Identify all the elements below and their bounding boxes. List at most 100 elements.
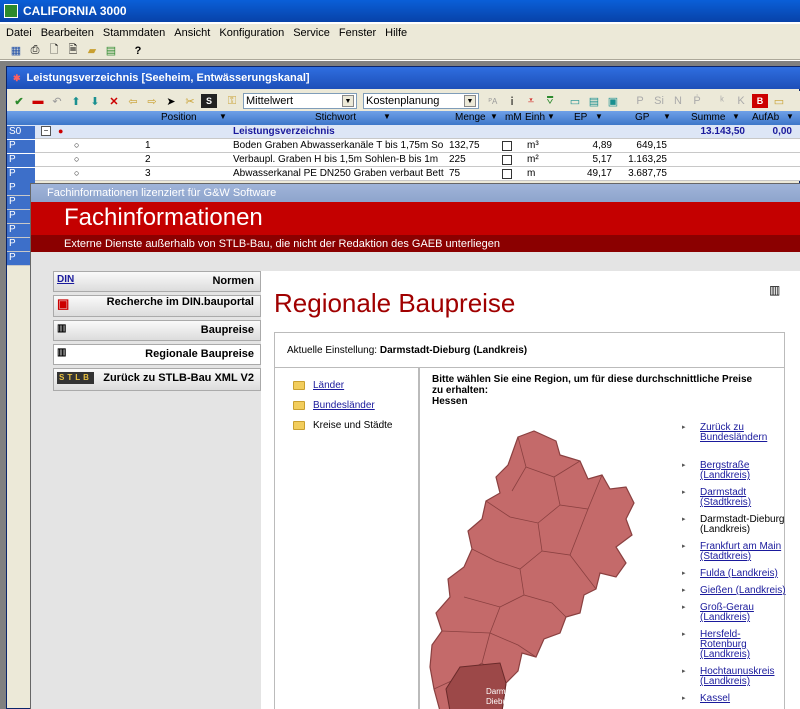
row-type: P [7, 154, 35, 168]
sort-icon[interactable]: ▼ [490, 112, 498, 121]
nav-regionale-baupreise[interactable]: ▥ Regionale Baupreise [53, 344, 261, 365]
menu-bearbeiten[interactable]: Bearbeiten [41, 27, 94, 39]
print-icon[interactable]: ⎙ [27, 44, 43, 58]
menu-hilfe[interactable]: Hilfe [385, 27, 407, 39]
tree-item-laender[interactable]: Länder [293, 375, 418, 395]
region-link[interactable]: Kassel [682, 694, 786, 705]
sort-icon[interactable]: ▼ [595, 112, 603, 121]
undo-icon[interactable]: ↶ [49, 94, 65, 108]
delete-icon[interactable]: ✕ [106, 94, 122, 108]
checkmark-icon[interactable]: ✔ [11, 94, 27, 108]
sort-icon[interactable]: ▼ [547, 112, 555, 121]
k-icon[interactable]: K [733, 94, 749, 108]
region-link[interactable]: Frankfurt am Main (Stadtkreis) [682, 542, 786, 562]
cut-icon[interactable]: ✂ [182, 94, 198, 108]
region-link[interactable]: Groß-Gerau (Landkreis) [682, 603, 786, 623]
b-icon[interactable]: B [752, 94, 768, 108]
preview-icon[interactable]: 🗋 [46, 44, 62, 58]
arrow-left-icon[interactable]: ⇦ [125, 94, 141, 108]
region-link[interactable]: Gießen (Landkreis) [682, 586, 786, 597]
export-icon[interactable]: ▤ [103, 44, 119, 58]
layout-c-icon[interactable]: ▣ [605, 94, 621, 108]
menu-ansicht[interactable]: Ansicht [174, 27, 210, 39]
nav-din-bauportal[interactable]: ▣ Recherche im DIN.bauportal [53, 295, 261, 317]
hessen-map[interactable] [420, 427, 682, 709]
help-icon[interactable]: ? [130, 44, 146, 58]
sort-icon[interactable]: ▼ [786, 112, 794, 121]
menu-stammdaten[interactable]: Stammdaten [103, 27, 165, 39]
table-row[interactable]: P ○ 2 Verbaupl. Graben H bis 1,5m Sohlen… [7, 153, 800, 168]
clipboard-icon[interactable]: ▭ [771, 94, 787, 108]
sum-down-icon[interactable]: ⩡ [523, 94, 539, 108]
row-type: P [7, 140, 35, 154]
region-link[interactable]: Darmstadt (Stadtkreis) [682, 488, 786, 508]
folder-icon[interactable]: ▰ [84, 44, 100, 58]
s-icon[interactable]: S [201, 94, 217, 108]
sum-up-icon[interactable]: ⩢ [542, 94, 558, 108]
arrow-down-icon[interactable]: ⬇ [87, 94, 103, 108]
col-gp[interactable]: GP [635, 112, 649, 123]
menu-service[interactable]: Service [293, 27, 330, 39]
tree-item-kreise[interactable]: Kreise und Städte [293, 415, 418, 435]
region-link-back[interactable]: Zurück zu Bundesländern [682, 423, 786, 443]
menu-fenster[interactable]: Fenster [339, 27, 376, 39]
table-row[interactable]: P ○ 3 Abwasserkanal PE DN250 Graben verb… [7, 167, 800, 182]
col-menge[interactable]: Menge [455, 112, 486, 123]
col-einh[interactable]: Einh [525, 112, 545, 123]
nav-back-stlb[interactable]: STLB Zurück zu STLB-Bau XML V2 [53, 368, 261, 391]
phase-select[interactable]: Kostenplanung ▼ [363, 93, 479, 109]
layout-b-icon[interactable]: ▤ [586, 94, 602, 108]
region-link[interactable]: Fulda (Landkreis) [682, 569, 786, 580]
k-light-icon[interactable]: ᵏ [714, 94, 730, 108]
col-ep[interactable]: EP [574, 112, 587, 123]
fachinfo-titlebar: Fachinformationen lizenziert für G&W Sof… [31, 184, 800, 202]
map-instruction: Bitte wählen Sie eine Region, um für die… [432, 374, 762, 407]
pa-icon[interactable]: ᴾA [485, 94, 501, 108]
layout-a-icon[interactable]: ▭ [567, 94, 583, 108]
cursor-icon[interactable]: ➤ [163, 94, 179, 108]
col-stichwort[interactable]: Stichwort [315, 112, 356, 123]
mm-checkbox[interactable] [502, 155, 512, 165]
chevron-down-icon[interactable]: ▼ [464, 95, 476, 107]
chevron-down-icon[interactable]: ▼ [342, 95, 354, 107]
col-aufab[interactable]: AufAb [752, 112, 779, 123]
tree-label[interactable]: Bundesländer [313, 400, 375, 411]
sort-icon[interactable]: ▼ [219, 112, 227, 121]
si-icon[interactable]: Si [651, 94, 667, 108]
p-icon[interactable]: P [632, 94, 648, 108]
calc-mode-select[interactable]: Mittelwert ▼ [243, 93, 357, 109]
page-title: Regionale Baupreise [274, 288, 516, 318]
menu-datei[interactable]: Datei [6, 27, 32, 39]
table-row-header[interactable]: S0 − ● Leistungsverzeichnis 13.143,50 0,… [7, 125, 800, 140]
row-type: P [7, 168, 35, 182]
nav-baupreise[interactable]: ▥ Baupreise [53, 320, 261, 341]
collapse-icon[interactable]: − [41, 126, 51, 136]
table-row[interactable]: P ○ 1 Boden Graben Abwasserkanäle T bis … [7, 139, 800, 154]
sort-icon[interactable]: ▼ [732, 112, 740, 121]
region-link[interactable]: Hersfeld-Rotenburg (Landkreis) [682, 630, 786, 660]
col-mm[interactable]: mM [505, 112, 522, 123]
pk-icon[interactable]: Ṗ [689, 94, 705, 108]
nav-normen[interactable]: DIN Normen [53, 271, 261, 292]
columns-icon[interactable]: ⅰ [504, 94, 520, 108]
tree-item-bundeslaender[interactable]: Bundesländer [293, 395, 418, 415]
circle-icon: ○ [74, 140, 80, 150]
menu-konfiguration[interactable]: Konfiguration [219, 27, 284, 39]
key-icon[interactable]: ⚿ [224, 94, 240, 108]
sort-icon[interactable]: ▼ [383, 112, 391, 121]
tree-label[interactable]: Länder [313, 380, 344, 391]
nav-label: Recherche im DIN.bauportal [106, 296, 254, 308]
network-icon[interactable]: ▦ [8, 44, 24, 58]
col-summe[interactable]: Summe [691, 112, 725, 123]
arrow-up-icon[interactable]: ⬆ [68, 94, 84, 108]
region-link[interactable]: Hochtaunuskreis (Landkreis) [682, 667, 786, 687]
n-icon[interactable]: N [670, 94, 686, 108]
mm-checkbox[interactable] [502, 141, 512, 151]
col-position[interactable]: Position [161, 112, 197, 123]
sort-icon[interactable]: ▼ [663, 112, 671, 121]
new-doc-icon[interactable]: 🗎 [65, 44, 81, 58]
arrow-right-icon[interactable]: ⇨ [144, 94, 160, 108]
region-link[interactable]: Bergstraße (Landkreis) [682, 461, 786, 481]
minus-icon[interactable]: ▬ [30, 94, 46, 108]
mm-checkbox[interactable] [502, 169, 512, 179]
